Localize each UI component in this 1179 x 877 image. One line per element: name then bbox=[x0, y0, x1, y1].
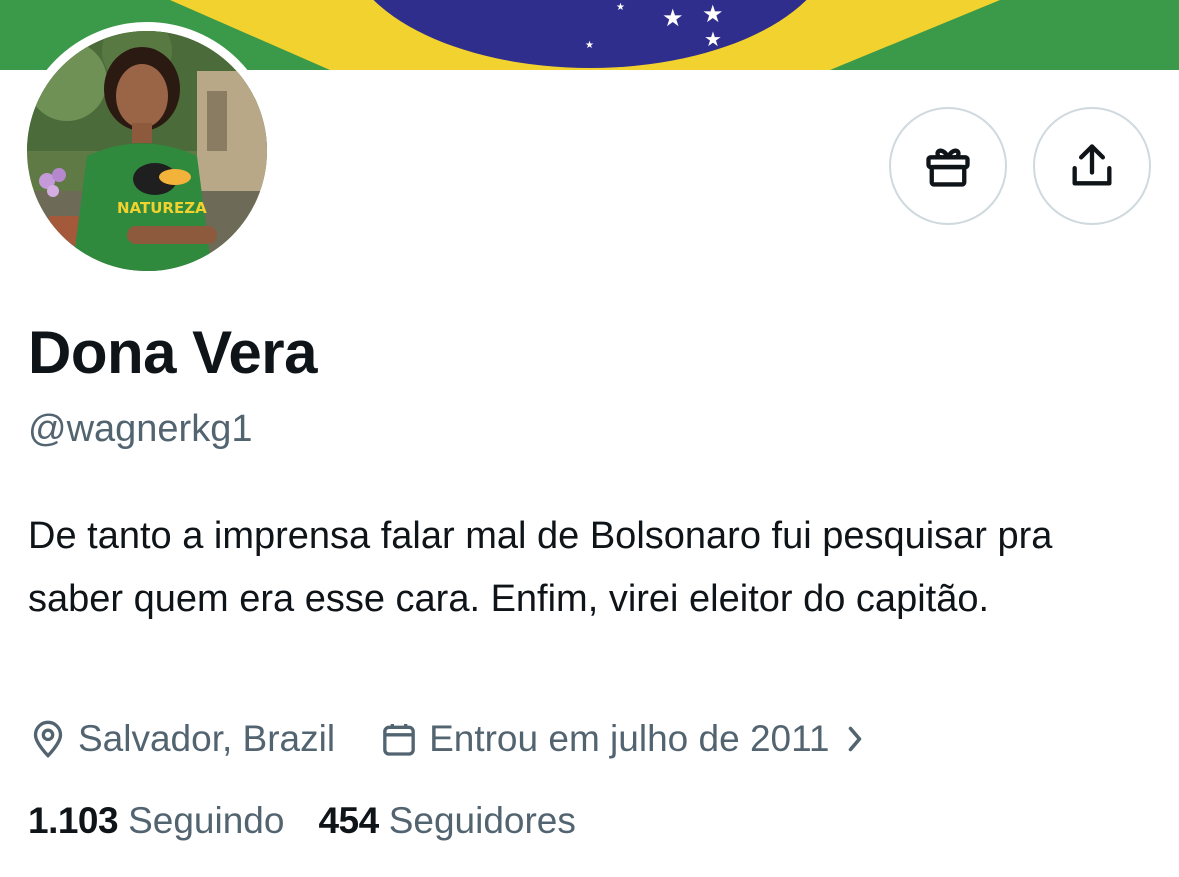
location-item: Salvador, Brazil bbox=[28, 718, 335, 760]
display-name: Dona Vera bbox=[28, 319, 317, 386]
profile-bio: De tanto a imprensa falar mal de Bolsona… bbox=[28, 515, 1053, 620]
followers-count: 454 bbox=[318, 800, 379, 841]
share-button[interactable] bbox=[1033, 107, 1151, 225]
following-count: 1.103 bbox=[28, 800, 119, 841]
gift-icon bbox=[926, 148, 970, 187]
svg-text:★: ★ bbox=[616, 2, 625, 13]
profile-meta: Salvador, Brazil Entrou em julho de 2011 bbox=[28, 714, 876, 764]
calendar-icon bbox=[383, 724, 415, 756]
user-handle: @wagnerkg1 bbox=[28, 408, 253, 450]
location-pin-icon bbox=[33, 720, 63, 759]
location-text: Salvador, Brazil bbox=[78, 718, 336, 759]
avatar-photo: NATUREZA bbox=[27, 31, 267, 271]
followers-link[interactable]: 454 Seguidores bbox=[318, 800, 575, 842]
share-icon bbox=[1072, 144, 1112, 186]
following-label: Seguindo bbox=[128, 800, 285, 841]
joined-date-item[interactable]: Entrou em julho de 2011 bbox=[379, 718, 875, 760]
svg-text:★: ★ bbox=[585, 40, 594, 51]
svg-text:★: ★ bbox=[662, 4, 684, 32]
svg-text:★: ★ bbox=[704, 27, 722, 51]
followers-label: Seguidores bbox=[388, 800, 576, 841]
svg-text:★: ★ bbox=[702, 0, 724, 28]
joined-date-text: Entrou em julho de 2011 bbox=[429, 718, 830, 759]
chevron-right-icon bbox=[848, 726, 861, 752]
avatar-shirt-text: NATUREZA bbox=[117, 199, 207, 217]
avatar[interactable]: NATUREZA bbox=[27, 31, 267, 271]
following-link[interactable]: 1.103 Seguindo bbox=[28, 800, 284, 842]
gift-button[interactable] bbox=[889, 107, 1007, 225]
follow-stats: 1.103 Seguindo 454 Seguidores bbox=[28, 800, 576, 842]
